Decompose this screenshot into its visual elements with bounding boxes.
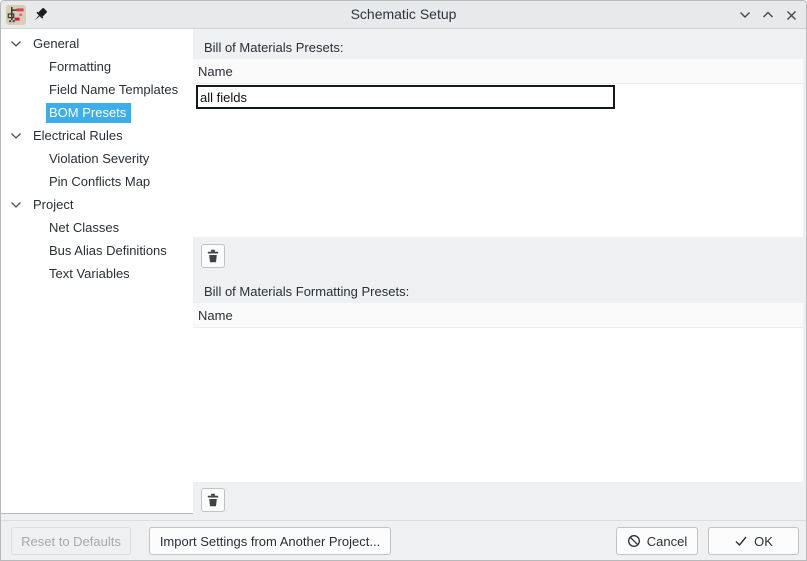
delete-bom-formatting-preset-button[interactable] — [201, 488, 225, 512]
delete-bom-preset-button[interactable] — [201, 244, 225, 268]
column-header-name[interactable]: Name — [193, 303, 803, 328]
sidebar-item-label: Violation Severity — [49, 151, 149, 166]
chevron-up-icon — [762, 11, 774, 19]
sidebar-item-label: Field Name Templates — [49, 82, 178, 97]
import-settings-label: Import Settings from Another Project... — [160, 534, 380, 549]
trash-icon — [206, 493, 220, 507]
sidebar-item-text-variables[interactable]: Text Variables — [1, 262, 193, 285]
cancel-label: Cancel — [647, 534, 687, 549]
ok-check-icon — [734, 535, 748, 547]
sidebar-item-bus-alias-definitions[interactable]: Bus Alias Definitions — [1, 239, 193, 262]
sidebar-item-label: Text Variables — [49, 266, 130, 281]
chevron-down-icon[interactable] — [10, 40, 22, 48]
import-settings-button[interactable]: Import Settings from Another Project... — [149, 527, 391, 555]
settings-tree: General Formatting Field Name Templates … — [1, 29, 193, 514]
bom-formatting-presets-label: Bill of Materials Formatting Presets: — [204, 284, 409, 299]
bom-presets-label: Bill of Materials Presets: — [204, 40, 343, 55]
sidebar-item-formatting[interactable]: Formatting — [1, 55, 193, 78]
sidebar-item-field-name-templates[interactable]: Field Name Templates — [1, 78, 193, 101]
chevron-down-icon[interactable] — [10, 132, 22, 140]
sidebar-item-bom-presets[interactable]: BOM Presets — [1, 101, 193, 124]
schematic-setup-dialog: Schematic Setup General Formatting — [0, 0, 807, 561]
sidebar-group-general[interactable]: General — [1, 32, 193, 55]
ok-label: OK — [754, 534, 773, 549]
window-shade-button[interactable] — [737, 7, 753, 23]
sidebar-item-net-classes[interactable]: Net Classes — [1, 216, 193, 239]
window-title: Schematic Setup — [1, 1, 806, 29]
column-header-name[interactable]: Name — [193, 59, 803, 84]
sidebar-item-label: Bus Alias Definitions — [49, 243, 167, 258]
trash-icon — [206, 249, 220, 263]
window-maximize-button[interactable] — [760, 7, 776, 23]
cancel-button[interactable]: Cancel — [616, 527, 698, 555]
sidebar-group-electrical-rules[interactable]: Electrical Rules — [1, 124, 193, 147]
close-icon — [786, 10, 797, 21]
sidebar-item-pin-conflicts-map[interactable]: Pin Conflicts Map — [1, 170, 193, 193]
sidebar-item-label: Net Classes — [49, 220, 119, 235]
footer-separator — [1, 520, 807, 521]
sidebar-item-label-selected: BOM Presets — [46, 103, 131, 123]
sidebar-group-project[interactable]: Project — [1, 193, 193, 216]
bom-formatting-presets-grid[interactable]: Name — [193, 303, 803, 482]
bom-presets-grid[interactable]: Name — [193, 59, 803, 237]
chevron-down-icon — [739, 11, 751, 19]
sidebar-item-violation-severity[interactable]: Violation Severity — [1, 147, 193, 170]
sidebar-item-label: Formatting — [49, 59, 111, 74]
sidebar-group-label: Project — [33, 197, 73, 212]
titlebar[interactable]: Schematic Setup — [1, 1, 806, 29]
sidebar-group-label: Electrical Rules — [33, 128, 123, 143]
reset-to-defaults-button[interactable]: Reset to Defaults — [11, 527, 131, 555]
window-close-button[interactable] — [783, 7, 799, 23]
sidebar-item-label: Pin Conflicts Map — [49, 174, 150, 189]
preset-name-edit[interactable] — [196, 85, 615, 109]
reset-to-defaults-label: Reset to Defaults — [21, 534, 121, 549]
chevron-down-icon[interactable] — [10, 201, 22, 209]
ok-button[interactable]: OK — [708, 527, 799, 555]
sidebar-group-label: General — [33, 36, 79, 51]
cancel-icon — [627, 534, 641, 548]
